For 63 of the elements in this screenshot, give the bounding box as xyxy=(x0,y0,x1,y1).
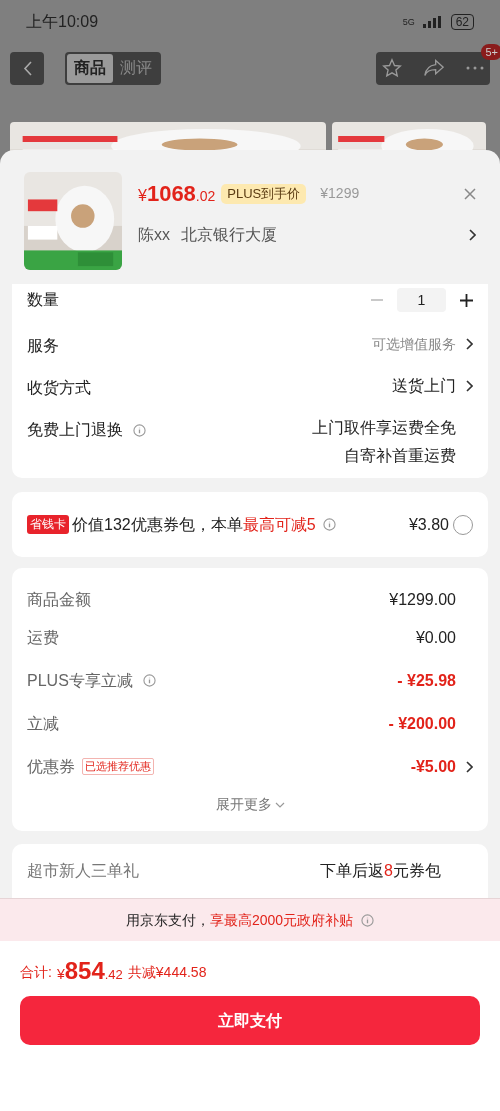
back-button[interactable] xyxy=(10,51,44,85)
option-value: 送货上门 xyxy=(392,376,456,396)
summary-value: - ¥25.98 xyxy=(397,670,456,691)
summary-value: -¥5.00 xyxy=(410,756,456,777)
original-price: ¥1299 xyxy=(320,184,360,203)
savings-text: 价值132优惠券包，本单最高可减5 xyxy=(72,514,316,535)
pay-button[interactable]: 立即支付 xyxy=(20,996,480,1045)
recipient-name: 陈xx xyxy=(138,225,170,245)
summary-value: ¥0.00 xyxy=(415,627,456,648)
expand-more-button[interactable]: 展开更多 xyxy=(215,794,285,815)
option-value: 自寄补首重运费 xyxy=(344,446,456,466)
battery-level: 62 xyxy=(450,14,474,30)
savings-card-tag: 省钱卡 xyxy=(27,515,69,534)
option-row[interactable]: 服务 可选增值服务 xyxy=(27,334,473,358)
option-label: 数量 xyxy=(27,290,59,310)
option-row[interactable]: 免费上门退换 上门取件享运费全免 自寄补首重运费 xyxy=(27,418,473,466)
total-price: ¥854.42 xyxy=(56,957,123,986)
status-time: 上午10:09 xyxy=(26,12,99,32)
info-icon[interactable] xyxy=(142,674,156,687)
chevron-down-icon xyxy=(274,801,285,808)
option-label: 免费上门退换 xyxy=(27,420,123,440)
option-label: 服务 xyxy=(27,336,59,356)
banner-text: 用京东支付，享最高2000元政府补贴 xyxy=(125,910,354,930)
info-icon[interactable] xyxy=(322,518,336,531)
share-icon[interactable] xyxy=(424,59,444,77)
summary-value: - ¥200.00 xyxy=(388,713,456,734)
option-row[interactable]: 收货方式 送货上门 xyxy=(27,376,473,400)
star-icon[interactable] xyxy=(382,58,402,78)
chevron-right-icon xyxy=(466,760,473,773)
summary-label: 商品金额 xyxy=(27,590,91,610)
address: 北京银行大厦 xyxy=(181,225,277,245)
option-value: 可选增值服务 xyxy=(372,335,456,354)
network-label: 5G xyxy=(402,17,415,27)
chevron-right-icon xyxy=(466,380,473,392)
coupon-tag: 已选推荐优惠 xyxy=(82,758,154,775)
option-value: 上门取件享运费全免 xyxy=(312,418,456,438)
total-saved: 共减¥444.58 xyxy=(127,963,207,982)
back-icon xyxy=(22,60,32,76)
address-row[interactable]: 陈xx 北京银行大厦 xyxy=(138,223,476,247)
summary-value: ¥1299.00 xyxy=(389,590,456,610)
plus-price-tag: PLUS到手价 xyxy=(221,183,307,204)
gift-label: 超市新人三单礼 xyxy=(27,861,139,881)
total-label: 合计: xyxy=(20,963,52,982)
more-icon[interactable] xyxy=(466,66,484,70)
close-icon[interactable] xyxy=(464,187,476,200)
notification-badge: 5+ xyxy=(481,43,500,60)
savings-price: ¥3.80 xyxy=(408,514,449,535)
chevron-right-icon xyxy=(469,229,476,241)
summary-label: PLUS专享立减 xyxy=(27,670,133,691)
summary-label: 运费 xyxy=(27,627,59,648)
quantity-field[interactable]: 1 xyxy=(397,288,446,312)
tab[interactable]: 商品 xyxy=(67,53,113,83)
chevron-right-icon xyxy=(466,338,473,350)
signal-icon xyxy=(422,16,443,28)
price: ¥1068.02 xyxy=(138,180,216,208)
plus-icon[interactable] xyxy=(460,293,473,307)
info-icon[interactable] xyxy=(361,913,375,927)
radio-button[interactable] xyxy=(453,514,473,535)
gift-value: 下单后返8元券包 xyxy=(320,861,441,881)
option-label: 收货方式 xyxy=(27,378,91,398)
info-icon[interactable] xyxy=(133,423,146,437)
summary-label: 立减 xyxy=(27,713,59,734)
summary-label: 优惠券 xyxy=(27,756,75,777)
